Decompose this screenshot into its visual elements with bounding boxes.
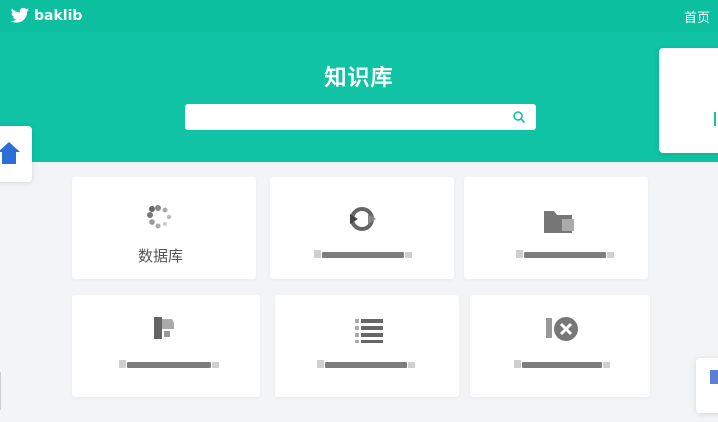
brand-logo[interactable]: baklib bbox=[10, 6, 82, 26]
card-label: 数据库 bbox=[138, 247, 184, 265]
list-icon bbox=[355, 319, 383, 343]
home-link[interactable]: 首页 bbox=[684, 7, 710, 26]
page-title: 知识库 bbox=[324, 66, 394, 91]
card-label-placeholder bbox=[516, 250, 614, 258]
hero-banner: 知识库 bbox=[0, 32, 718, 162]
category-card[interactable] bbox=[470, 295, 650, 397]
card-label-placeholder bbox=[314, 250, 412, 258]
category-card[interactable] bbox=[464, 177, 648, 279]
category-card[interactable]: 数据库 bbox=[72, 177, 256, 279]
house-icon bbox=[0, 142, 20, 164]
side-panel-right[interactable] bbox=[659, 48, 718, 153]
card-label-placeholder bbox=[119, 360, 219, 368]
widget-mark bbox=[710, 370, 718, 384]
close-circle-icon bbox=[546, 317, 578, 341]
loading-icon bbox=[147, 205, 172, 229]
side-widget-bottom-right[interactable] bbox=[696, 358, 718, 413]
category-card[interactable] bbox=[275, 295, 459, 397]
top-bar: baklib 首页 bbox=[0, 0, 718, 32]
category-card[interactable] bbox=[72, 295, 260, 397]
side-widget-bottom-left bbox=[0, 372, 8, 410]
category-card[interactable] bbox=[270, 177, 454, 279]
document-icon bbox=[154, 317, 174, 339]
sync-icon bbox=[350, 207, 376, 231]
brand-name: baklib bbox=[34, 8, 83, 24]
bird-icon bbox=[10, 7, 30, 23]
folder-icon bbox=[544, 211, 574, 233]
search-icon[interactable] bbox=[512, 110, 526, 124]
card-label-placeholder bbox=[317, 360, 415, 368]
panel-mark bbox=[714, 112, 718, 126]
home-float-button[interactable] bbox=[0, 126, 32, 182]
search-input[interactable] bbox=[185, 104, 536, 130]
card-label-placeholder bbox=[514, 360, 610, 368]
